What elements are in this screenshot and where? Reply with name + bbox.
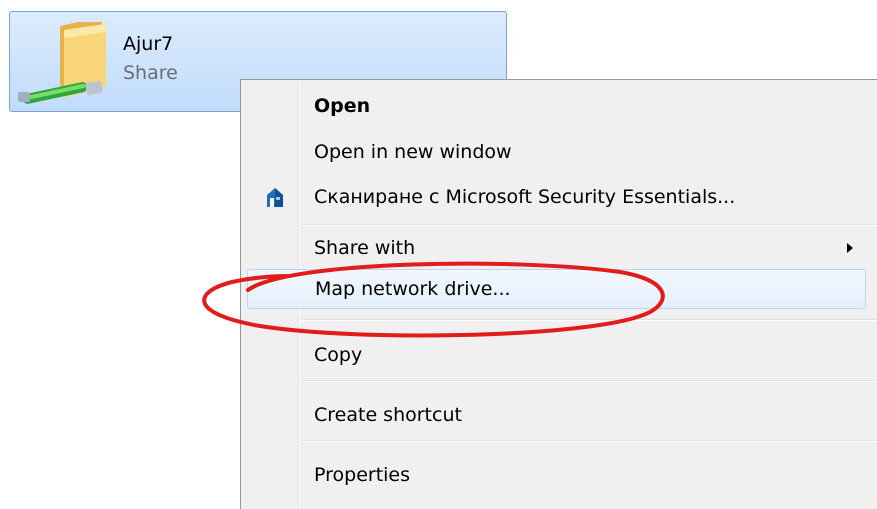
menu-item-scan-security-essentials[interactable]: Сканиране с Microsoft Security Essential…: [241, 177, 877, 217]
menu-item-label: Copy: [314, 344, 363, 366]
menu-item-label: Open: [314, 95, 371, 117]
menu-item-properties[interactable]: Properties: [241, 455, 877, 495]
menu-item-map-network-drive[interactable]: Map network drive...: [247, 269, 866, 309]
menu-separator: [301, 440, 876, 442]
menu-item-create-shortcut[interactable]: Create shortcut: [241, 395, 877, 435]
submenu-arrow-icon: [847, 243, 853, 253]
share-name: Ajur7: [123, 33, 174, 55]
security-essentials-icon: [267, 188, 283, 207]
menu-item-label: Open in new window: [314, 141, 512, 163]
menu-item-label: Сканиране с Microsoft Security Essential…: [314, 186, 736, 208]
network-folder-icon: [18, 22, 106, 104]
context-menu: Open Open in new window Сканиране с Micr…: [240, 79, 877, 509]
menu-separator: [301, 380, 876, 382]
menu-item-label: Map network drive...: [315, 278, 511, 300]
menu-separator: [301, 224, 876, 226]
share-type: Share: [123, 62, 178, 84]
menu-item-open-new-window[interactable]: Open in new window: [241, 132, 877, 172]
menu-item-label: Create shortcut: [314, 404, 462, 426]
menu-item-open[interactable]: Open: [241, 86, 877, 126]
menu-item-copy[interactable]: Copy: [241, 335, 877, 375]
menu-item-share-with[interactable]: Share with: [241, 228, 877, 268]
menu-separator: [301, 319, 876, 321]
menu-item-label: Properties: [314, 464, 411, 486]
menu-item-label: Share with: [314, 237, 416, 259]
